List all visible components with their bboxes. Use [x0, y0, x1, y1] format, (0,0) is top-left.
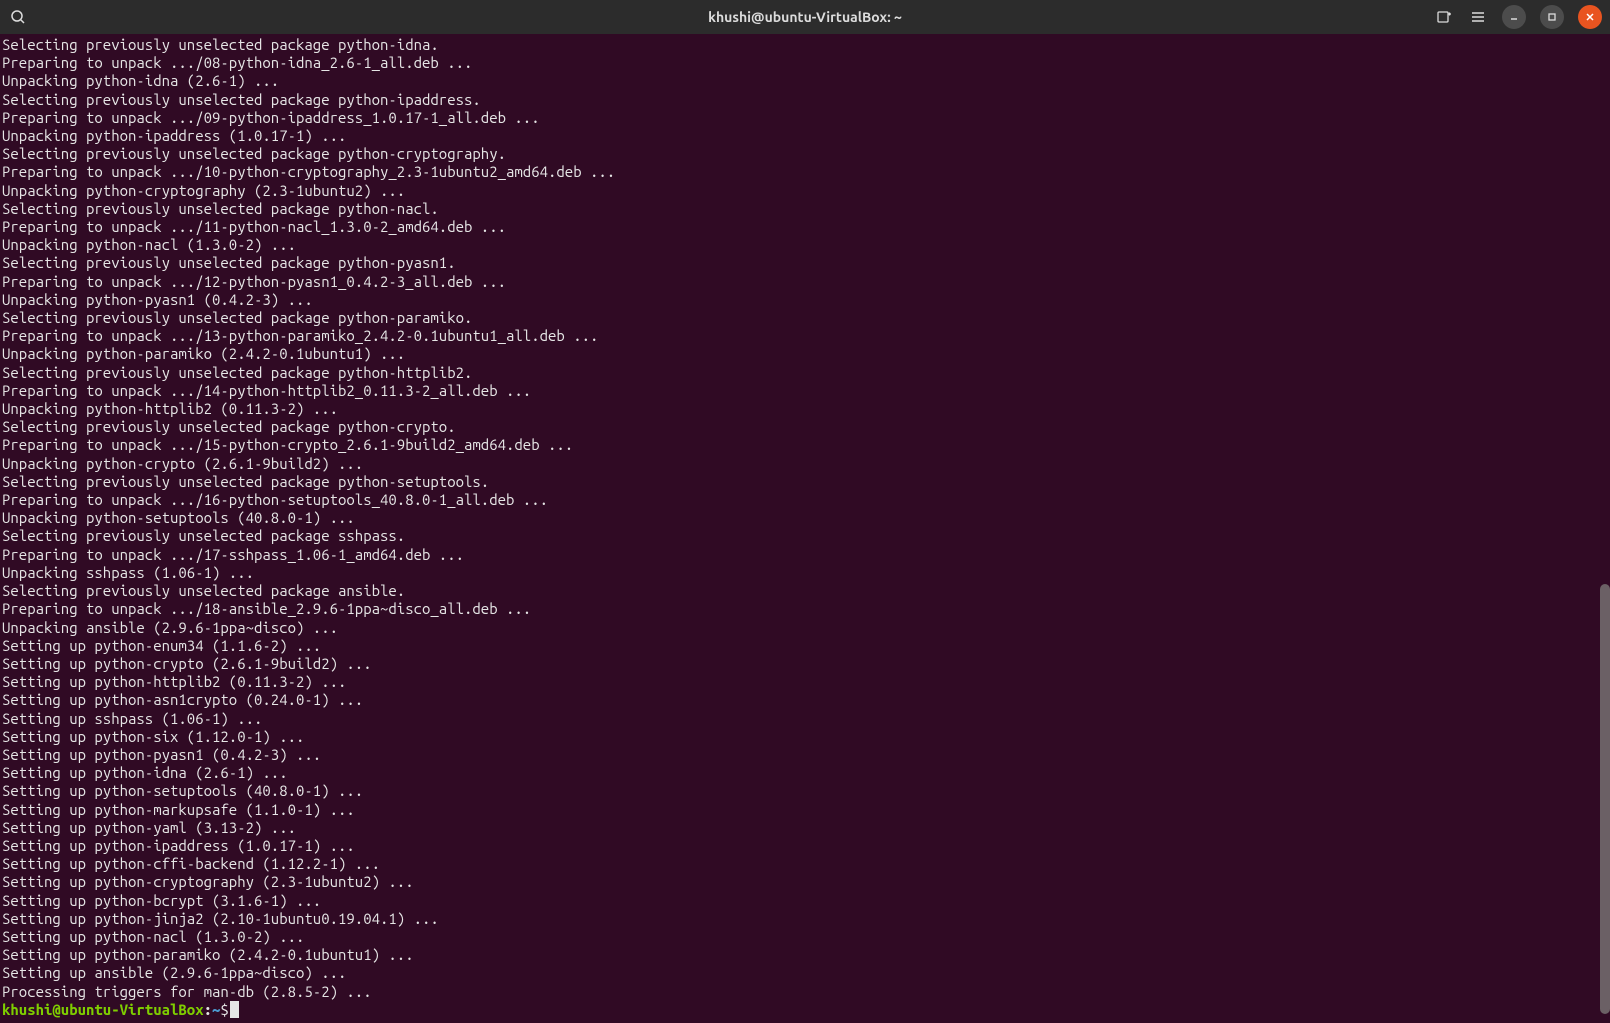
new-tab-icon[interactable] [1434, 7, 1454, 27]
terminal-line: Setting up python-yaml (3.13-2) ... [2, 819, 1608, 837]
prompt-user-host: khushi@ubuntu-VirtualBox [2, 1001, 204, 1019]
terminal-line: Setting up python-crypto (2.6.1-9build2)… [2, 655, 1608, 673]
terminal-line: Setting up python-asn1crypto (0.24.0-1) … [2, 691, 1608, 709]
terminal-line: Selecting previously unselected package … [2, 473, 1608, 491]
terminal-line: Unpacking python-httplib2 (0.11.3-2) ... [2, 400, 1608, 418]
terminal-line: Selecting previously unselected package … [2, 418, 1608, 436]
terminal-line: Setting up python-markupsafe (1.1.0-1) .… [2, 801, 1608, 819]
cursor [230, 1001, 239, 1018]
terminal-line: Setting up python-cryptography (2.3-1ubu… [2, 873, 1608, 891]
terminal-line: Unpacking python-paramiko (2.4.2-0.1ubun… [2, 345, 1608, 363]
terminal-line: Unpacking sshpass (1.06-1) ... [2, 564, 1608, 582]
terminal-line: Selecting previously unselected package … [2, 309, 1608, 327]
terminal-line: Setting up python-paramiko (2.4.2-0.1ubu… [2, 946, 1608, 964]
window-titlebar: khushi@ubuntu-VirtualBox: ~ [0, 0, 1610, 34]
terminal-line: Selecting previously unselected package … [2, 254, 1608, 272]
prompt-path: ~ [212, 1001, 220, 1019]
terminal-line: Setting up ansible (2.9.6-1ppa~disco) ..… [2, 964, 1608, 982]
search-icon[interactable] [8, 7, 28, 27]
terminal-area[interactable]: Selecting previously unselected package … [0, 34, 1610, 1023]
terminal-line: Setting up python-setuptools (40.8.0-1) … [2, 782, 1608, 800]
terminal-line: Selecting previously unselected package … [2, 582, 1608, 600]
titlebar-left [8, 7, 28, 27]
prompt-colon: : [204, 1001, 212, 1019]
terminal-line: Selecting previously unselected package … [2, 527, 1608, 545]
terminal-line: Setting up python-ipaddress (1.0.17-1) .… [2, 837, 1608, 855]
terminal-line: Unpacking python-setuptools (40.8.0-1) .… [2, 509, 1608, 527]
terminal-line: Setting up python-cffi-backend (1.12.2-1… [2, 855, 1608, 873]
terminal-line: Preparing to unpack .../12-python-pyasn1… [2, 273, 1608, 291]
titlebar-right [1434, 5, 1602, 29]
scrollbar-thumb[interactable] [1600, 584, 1610, 1014]
terminal-line: Unpacking python-ipaddress (1.0.17-1) ..… [2, 127, 1608, 145]
terminal-line: Setting up python-nacl (1.3.0-2) ... [2, 928, 1608, 946]
terminal-line: Setting up python-six (1.12.0-1) ... [2, 728, 1608, 746]
window-title: khushi@ubuntu-VirtualBox: ~ [708, 9, 902, 25]
close-button[interactable] [1578, 5, 1602, 29]
terminal-line: Preparing to unpack .../18-ansible_2.9.6… [2, 600, 1608, 618]
terminal-line: Unpacking python-idna (2.6-1) ... [2, 72, 1608, 90]
hamburger-menu-icon[interactable] [1468, 7, 1488, 27]
terminal-line: Unpacking ansible (2.9.6-1ppa~disco) ... [2, 619, 1608, 637]
terminal-line: Preparing to unpack .../10-python-crypto… [2, 163, 1608, 181]
terminal-line: Preparing to unpack .../15-python-crypto… [2, 436, 1608, 454]
terminal-line: Unpacking python-pyasn1 (0.4.2-3) ... [2, 291, 1608, 309]
terminal-line: Unpacking python-crypto (2.6.1-9build2) … [2, 455, 1608, 473]
terminal-line: Setting up python-idna (2.6-1) ... [2, 764, 1608, 782]
terminal-line: Selecting previously unselected package … [2, 36, 1608, 54]
terminal-line: Selecting previously unselected package … [2, 200, 1608, 218]
terminal-line: Preparing to unpack .../17-sshpass_1.06-… [2, 546, 1608, 564]
terminal-line: Unpacking python-nacl (1.3.0-2) ... [2, 236, 1608, 254]
terminal-line: Preparing to unpack .../13-python-parami… [2, 327, 1608, 345]
terminal-line: Preparing to unpack .../14-python-httpli… [2, 382, 1608, 400]
terminal-line: Preparing to unpack .../16-python-setupt… [2, 491, 1608, 509]
terminal-line: Setting up python-enum34 (1.1.6-2) ... [2, 637, 1608, 655]
prompt-symbol: $ [220, 1001, 228, 1019]
terminal-line: Setting up python-jinja2 (2.10-1ubuntu0.… [2, 910, 1608, 928]
terminal-line: Setting up python-bcrypt (3.1.6-1) ... [2, 892, 1608, 910]
terminal-line: Processing triggers for man-db (2.8.5-2)… [2, 983, 1608, 1001]
terminal-line: Unpacking python-cryptography (2.3-1ubun… [2, 182, 1608, 200]
terminal-line: Preparing to unpack .../08-python-idna_2… [2, 54, 1608, 72]
terminal-line: Setting up python-httplib2 (0.11.3-2) ..… [2, 673, 1608, 691]
terminal-line: Selecting previously unselected package … [2, 145, 1608, 163]
minimize-button[interactable] [1502, 5, 1526, 29]
prompt-line: khushi@ubuntu-VirtualBox: ~$ [2, 1001, 1608, 1019]
terminal-line: Selecting previously unselected package … [2, 91, 1608, 109]
terminal-line: Preparing to unpack .../09-python-ipaddr… [2, 109, 1608, 127]
terminal-line: Setting up sshpass (1.06-1) ... [2, 710, 1608, 728]
terminal-line: Preparing to unpack .../11-python-nacl_1… [2, 218, 1608, 236]
terminal-line: Setting up python-pyasn1 (0.4.2-3) ... [2, 746, 1608, 764]
maximize-button[interactable] [1540, 5, 1564, 29]
terminal-line: Selecting previously unselected package … [2, 364, 1608, 382]
terminal-output: Selecting previously unselected package … [2, 36, 1608, 1001]
